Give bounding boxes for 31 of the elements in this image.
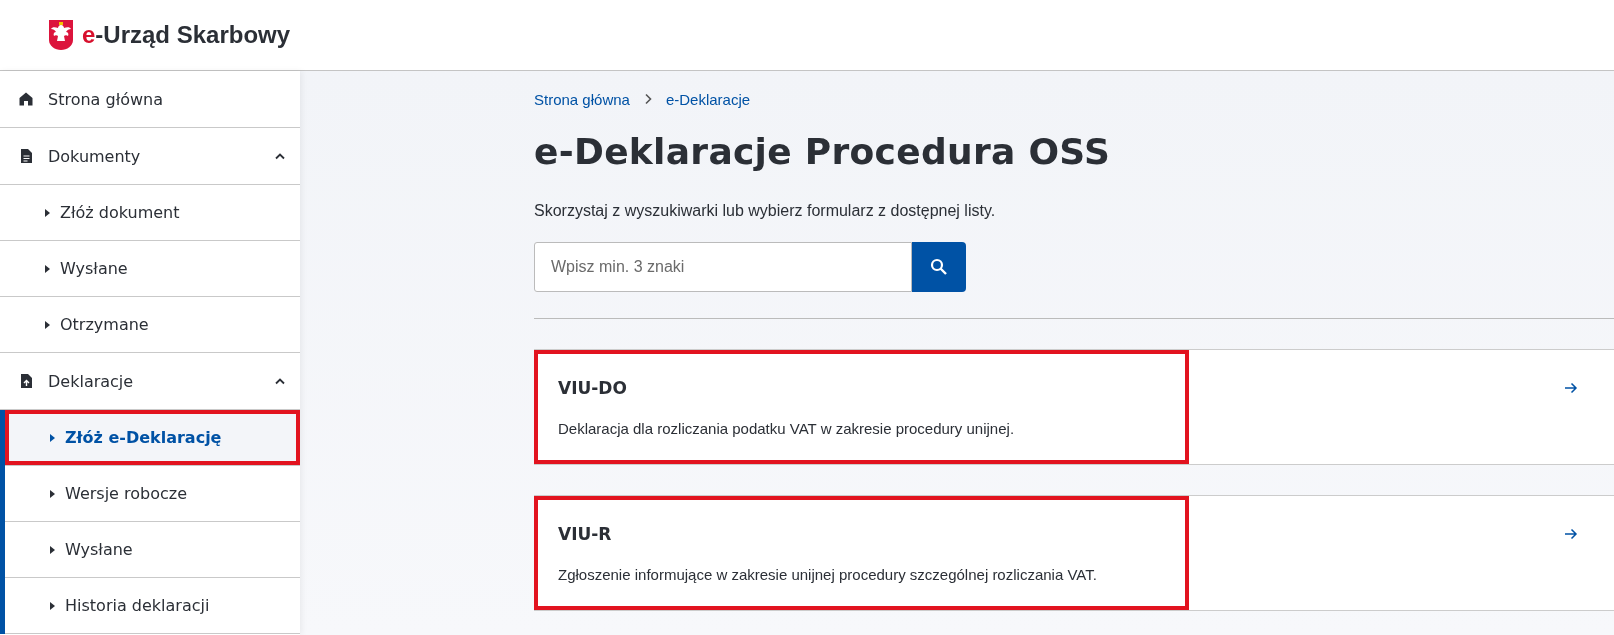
page-title: e-Deklaracje Procedura OSS	[534, 131, 1112, 172]
emblem-icon	[48, 19, 74, 51]
form-description: Deklaracja dla rozliczania podatku VAT w zakresie procedury unijnej.	[558, 419, 1016, 437]
triangle-icon	[45, 208, 50, 217]
form-card[interactable]: VIU-DO Deklaracja dla rozliczania podatku VAT w zakresie procedury unijnej.	[534, 349, 1614, 465]
triangle-icon	[50, 433, 55, 442]
chevron-icon[interactable]	[274, 377, 286, 385]
arrow-right-icon[interactable]	[1564, 528, 1578, 540]
breadcrumb-link[interactable]: e-Deklaracje	[665, 90, 751, 108]
arrow-right-icon[interactable]	[1564, 382, 1578, 394]
triangle-icon	[50, 601, 55, 610]
document-icon	[18, 148, 34, 164]
intro-text: Skorzystaj z wyszukiwarki lub wybierz formularz z dostępnej listy.	[534, 202, 997, 220]
triangle-icon	[50, 489, 55, 498]
chevron-right-icon	[643, 93, 652, 105]
triangle-icon	[45, 320, 50, 329]
form-description: Zgłoszenie informujące w zakresie unijnej procedury szczególnej rozliczania VAT.	[558, 565, 1098, 583]
form-code: VIU-DO	[558, 377, 628, 398]
triangle-icon	[50, 545, 55, 554]
home-icon	[18, 91, 34, 107]
search-icon	[929, 257, 949, 277]
site-logo[interactable]: e-Urząd Skarbowy	[82, 21, 291, 49]
form-code: VIU-R	[558, 523, 613, 544]
chevron-icon[interactable]	[274, 152, 286, 160]
triangle-icon	[45, 264, 50, 273]
form-card[interactable]: VIU-R Zgłoszenie informujące w zakresie unijnej procedury szczególnej rozliczania VAT.	[534, 495, 1614, 611]
file-upload-icon	[18, 373, 34, 389]
search-field[interactable]: Wpisz min. 3 znaki	[534, 242, 912, 292]
sidebar-subitem[interactable]: Złóż e-Deklarację	[5, 410, 300, 466]
breadcrumb-link[interactable]: Strona główna	[534, 90, 630, 108]
search-button[interactable]	[912, 242, 966, 292]
